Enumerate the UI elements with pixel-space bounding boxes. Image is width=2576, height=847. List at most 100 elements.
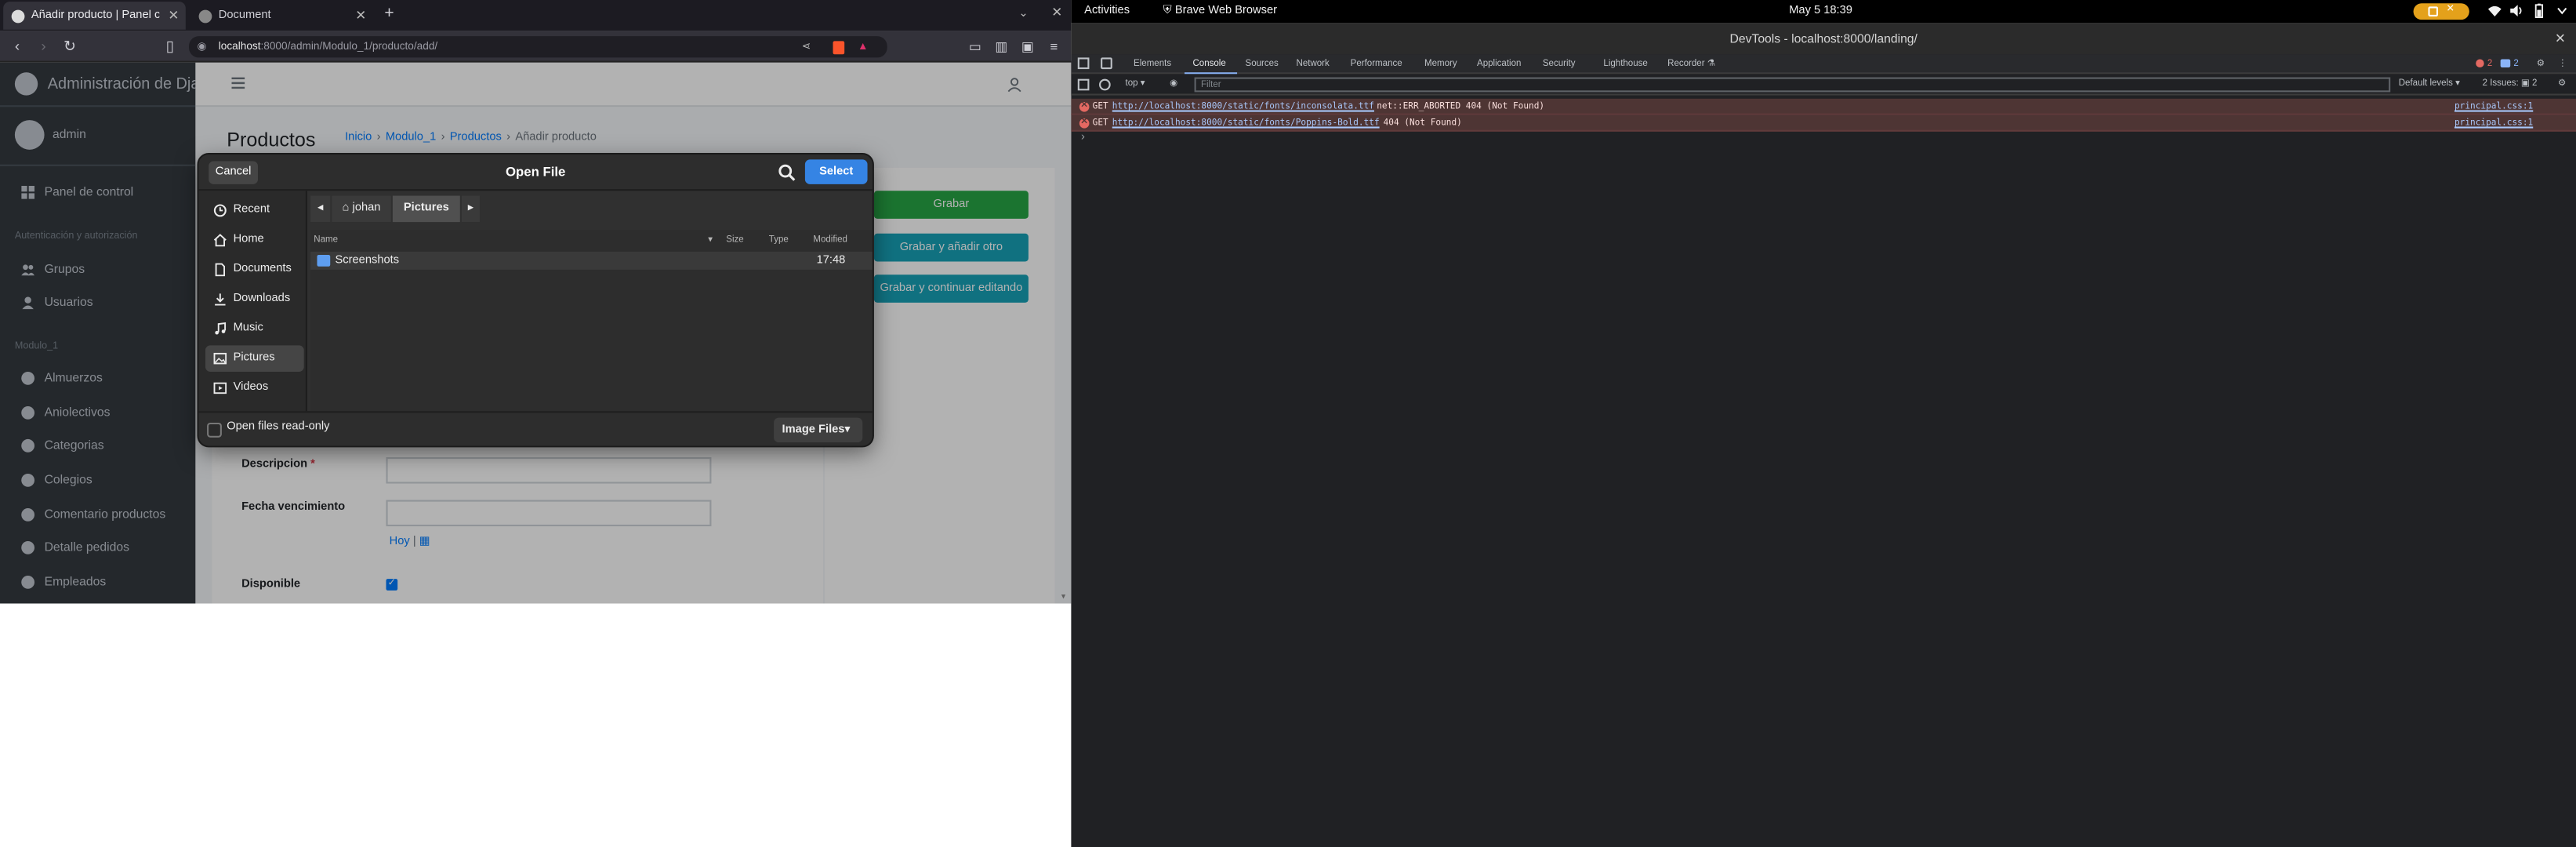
log-levels-dropdown[interactable]: Default levels ▾ (2399, 79, 2460, 91)
console-error-row[interactable]: GET http://localhost:8000/static/fonts/P… (1071, 114, 2576, 132)
file-filter-dropdown[interactable]: Image Files ▾ (774, 417, 863, 443)
path-forward-icon[interactable]: ▸ (461, 195, 480, 223)
url-input[interactable]: ◉ localhost:8000/admin/Modulo_1/producto/… (189, 36, 887, 58)
inspect-icon[interactable] (1077, 57, 1090, 70)
place-documents[interactable]: Documents (205, 256, 304, 283)
tab-console[interactable]: Console (1192, 54, 1225, 74)
download-icon (215, 293, 226, 306)
place-pictures[interactable]: Pictures (205, 345, 304, 372)
console-prompt[interactable]: › (1081, 132, 1085, 144)
place-music[interactable]: Music (205, 316, 304, 343)
column-size[interactable]: Size (726, 231, 743, 250)
search-icon[interactable] (777, 163, 796, 183)
reload-icon[interactable]: ↻ (61, 38, 79, 56)
error-source-link[interactable]: principal.css:1 (2454, 99, 2533, 115)
console-toolbar: top ▾ ◉ Filter Default levels ▾ 2 Issues… (1071, 74, 2576, 96)
wallet-icon[interactable]: ▭ (966, 38, 984, 56)
tab-network[interactable]: Network (1297, 54, 1330, 74)
globe-icon (198, 9, 212, 23)
extensions-icon[interactable]: ▣ (1018, 38, 1036, 56)
sidebar-toggle-icon[interactable]: ▥ (992, 38, 1010, 56)
read-only-checkbox[interactable] (207, 422, 222, 438)
tab-admin[interactable]: Añadir producto | Panel c ✕ (3, 2, 186, 30)
issues-counter[interactable]: 2 Issues: ▣ 2 (2483, 79, 2538, 91)
path-segment-current[interactable]: Pictures (392, 195, 460, 223)
cancel-button[interactable]: Cancel (209, 161, 259, 184)
tab-document[interactable]: Document ✕ (190, 2, 373, 30)
brave-rewards-icon[interactable]: ▲ (858, 36, 868, 57)
dialog-footer: Open files read-only Image Files ▾ (198, 411, 873, 446)
tab-sources[interactable]: Sources (1246, 54, 1279, 74)
error-url-link[interactable]: http://localhost:8000/static/fonts/incon… (1112, 99, 1374, 115)
folder-icon (317, 255, 331, 267)
place-label: Music (233, 322, 263, 334)
console-filter-input[interactable]: Filter (1194, 77, 2391, 93)
system-menu-chevron-icon[interactable] (2555, 3, 2570, 18)
column-name[interactable]: Name (314, 231, 338, 250)
tab-performance[interactable]: Performance (1351, 54, 1402, 74)
tab-security[interactable]: Security (1543, 54, 1576, 74)
window-close-icon[interactable]: ✕ (1051, 5, 1062, 20)
message-count[interactable]: 2 (2513, 54, 2518, 74)
tab-list-chevron-icon[interactable]: ⌄ (1018, 6, 1028, 20)
app-name: Brave Web Browser (1174, 5, 1278, 16)
image-icon (213, 352, 227, 365)
tab-memory[interactable]: Memory (1424, 54, 1457, 74)
clear-console-icon[interactable] (1099, 78, 1111, 91)
context-selector[interactable]: top ▾ (1126, 79, 1145, 91)
close-tab-icon[interactable]: ✕ (355, 8, 366, 23)
open-file-dialog: Cancel Open File Select Recent Home Docu… (198, 154, 873, 446)
settings-gear-icon[interactable]: ⚙ (2537, 54, 2545, 74)
close-tab-icon[interactable]: ✕ (168, 8, 179, 23)
tab-application[interactable]: Application (1477, 54, 1521, 74)
places-sidebar: Recent Home Documents Downloads Music Pi… (198, 191, 307, 412)
message-count-icon (2500, 59, 2511, 67)
more-options-icon[interactable]: ⋮ (2558, 54, 2567, 74)
back-icon[interactable]: ‹ (8, 38, 26, 56)
error-url-link[interactable]: http://localhost:8000/static/fonts/Poppi… (1112, 115, 1380, 132)
tab-elements[interactable]: Elements (1134, 54, 1171, 74)
error-method: GET (1092, 118, 1108, 129)
column-modified[interactable]: Modified (813, 231, 847, 250)
bookmark-icon[interactable]: ▯ (161, 38, 179, 56)
battery-icon[interactable] (2531, 3, 2546, 18)
home-icon (213, 234, 227, 247)
django-favicon-icon (11, 9, 25, 23)
screen-recording-indicator[interactable]: ✕ (2413, 3, 2469, 20)
file-list: Name ▾ Size Type Modified Screenshots 17… (310, 230, 873, 412)
activities-button[interactable]: Activities (1084, 0, 1130, 23)
close-icon[interactable]: ✕ (2555, 30, 2566, 48)
path-segment-home[interactable]: ⌂ johan (332, 195, 391, 223)
clock[interactable]: May 5 18:39 (1789, 0, 1852, 23)
file-row[interactable]: Screenshots 17:48 (310, 251, 873, 270)
tab-lighthouse[interactable]: Lighthouse (1603, 54, 1647, 74)
eye-icon[interactable]: ◉ (1170, 79, 1177, 91)
share-icon[interactable]: ⋖ (802, 36, 811, 57)
home-icon: ⌂ (342, 202, 350, 214)
error-icon (1079, 114, 1090, 130)
place-home[interactable]: Home (205, 227, 304, 253)
console-settings-icon[interactable]: ⚙ (2558, 78, 2566, 91)
app-menu[interactable]: ⛨ Brave Web Browser (1163, 0, 1277, 23)
forward-icon[interactable]: › (34, 38, 53, 56)
wifi-icon[interactable] (2487, 3, 2502, 18)
place-downloads[interactable]: Downloads (205, 286, 304, 313)
menu-icon[interactable]: ≡ (1045, 38, 1063, 56)
new-tab-button[interactable]: + (384, 5, 394, 23)
brave-shield-icon[interactable] (833, 41, 845, 55)
console-error-row[interactable]: GET http://localhost:8000/static/fonts/i… (1071, 97, 2576, 115)
column-type[interactable]: Type (769, 231, 789, 250)
error-message: 404 (Not Found) (1383, 118, 1462, 129)
path-back-icon[interactable]: ◂ (310, 195, 331, 223)
error-source-link[interactable]: principal.css:1 (2454, 115, 2533, 132)
select-button[interactable]: Select (804, 159, 868, 184)
sidebar-toggle-icon[interactable] (1077, 78, 1090, 91)
error-count[interactable]: 2 (2487, 54, 2492, 74)
device-toggle-icon[interactable] (1101, 57, 1112, 70)
place-label: Videos (233, 381, 269, 394)
place-recent[interactable]: Recent (205, 198, 304, 224)
path-label: johan (352, 202, 381, 214)
place-videos[interactable]: Videos (205, 375, 304, 402)
tab-recorder[interactable]: Recorder ⚗ (1667, 54, 1715, 74)
volume-icon[interactable] (2509, 3, 2523, 18)
